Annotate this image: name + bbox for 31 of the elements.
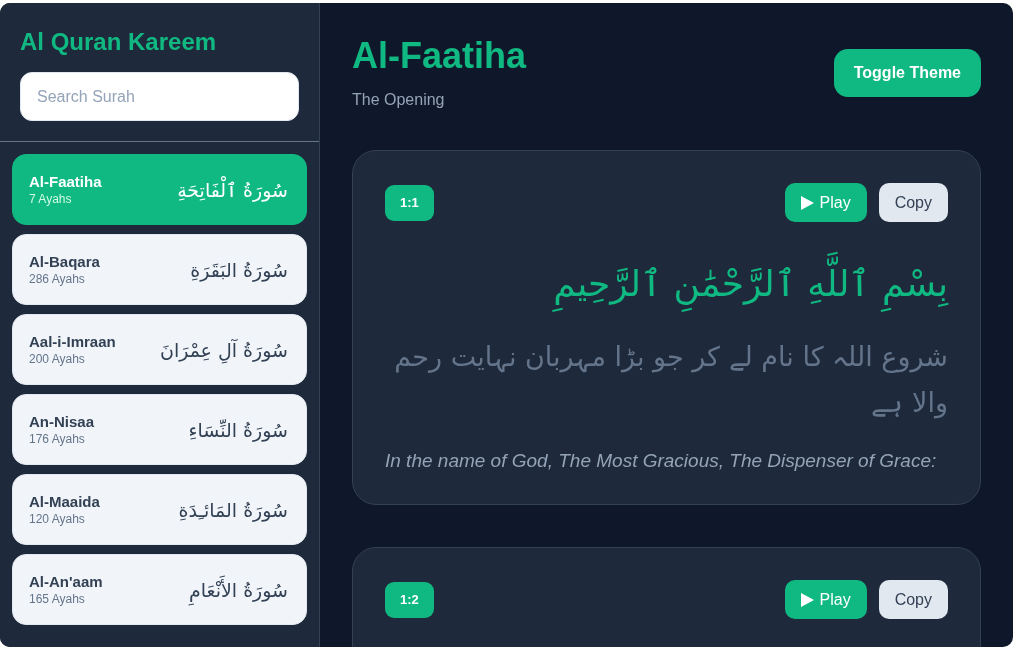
copy-button[interactable]: Copy <box>878 183 948 222</box>
ayah-count: 120 Ayahs <box>29 512 86 526</box>
surah-arabic-name: سُورَةُ ٱلْفَاتِحَةِ <box>176 175 289 204</box>
surah-name: Al-Faatiha <box>29 173 102 190</box>
urdu-translation: شروع اللہ کا نام لے کر جو بڑا مہربان نہایت رحم والا ہے <box>393 340 948 421</box>
play-icon <box>800 592 814 607</box>
app-title: Al Quran Kareem <box>20 27 218 57</box>
surah-title: Al-Faatiha <box>352 35 527 77</box>
ayah-count: 286 Ayahs <box>29 272 86 286</box>
play-icon <box>800 195 814 210</box>
ayah-count: 200 Ayahs <box>29 352 86 366</box>
surah-arabic-name: سُورَةُ المَائـِدَةِ <box>177 497 289 524</box>
surah-arabic-name: سُورَةُ الأَنْعَامِ <box>186 572 290 607</box>
ayah-number-badge: 1:2 <box>385 581 434 618</box>
surah-arabic-name: سُورَةُ النِّسَاءِ <box>187 417 289 444</box>
surah-name: Al-An'aam <box>29 573 103 590</box>
surah-name: Al-Maaida <box>29 493 100 510</box>
ayah-count: 165 Ayahs <box>29 592 86 606</box>
surah-name: Aal-i-Imraan <box>29 333 116 350</box>
ayah-number-badge: 1:1 <box>385 184 434 221</box>
surah-name: Al-Baqara <box>29 253 100 270</box>
ayah-count: 7 Ayahs <box>29 192 73 206</box>
copy-button[interactable]: Copy <box>878 580 948 619</box>
surah-subtitle: The Opening <box>352 90 446 110</box>
surah-arabic-name: سُورَةُ آلِ عِمْرَانَ <box>157 332 290 367</box>
surah-arabic-name: سُورَةُ البَقَرَةِ <box>189 257 289 284</box>
arabic-verse: بِسْمِ ٱللَّهِ ٱلرَّحْمَٰنِ ٱلرَّحِيمِ <box>385 238 948 330</box>
surah-name: An-Nisaa <box>29 413 95 430</box>
english-translation: In the name of God, The Most Gracious, The Dispenser of Grace: <box>385 450 938 472</box>
search-field[interactable]: Search Surah <box>20 72 299 121</box>
ayah-count: 176 Ayahs <box>29 432 86 446</box>
